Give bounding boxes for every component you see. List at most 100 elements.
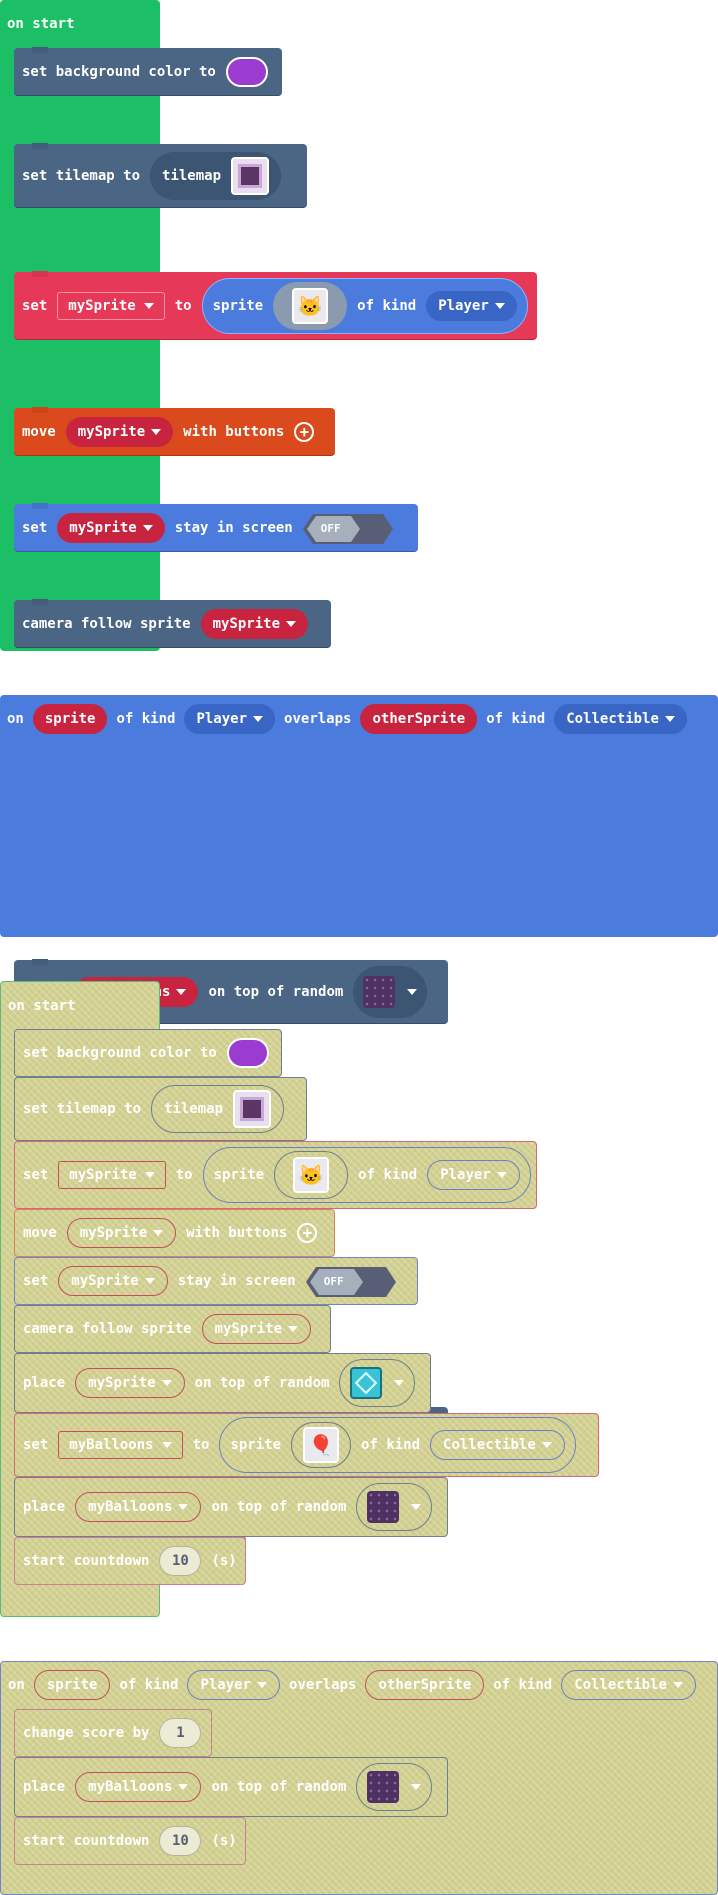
camera-follow-block[interactable]: camera follow sprite mySprite — [14, 600, 331, 648]
kind-dropdown-collectible[interactable]: Collectible — [554, 704, 687, 734]
tilemap-pill[interactable]: tilemap — [151, 1085, 285, 1133]
set-sprite-block-disabled[interactable]: set mySprite to sprite 🐱 of kind Player — [14, 1141, 537, 1209]
sprite-image-slot[interactable]: 🐱 — [274, 1151, 349, 1199]
seconds-unit-label: (s) — [211, 1553, 237, 1569]
chevron-down-icon — [161, 1442, 172, 1448]
set-tilemap-block[interactable]: set tilemap to tilemap — [14, 144, 307, 208]
sprite-of-kind-reporter[interactable]: sprite 🐱 of kind Player — [201, 278, 528, 334]
sprite-image-slot[interactable]: 🐱 — [273, 282, 348, 330]
water-tile-icon — [350, 1367, 383, 1399]
variable-dropdown-mysprite[interactable]: mySprite — [201, 1314, 312, 1344]
chevron-down-icon — [496, 1172, 507, 1178]
sprite-of-kind-reporter[interactable]: sprite 🎈 of kind Collectible — [219, 1417, 576, 1473]
kind-dropdown-player[interactable]: Player — [427, 1160, 520, 1190]
on-overlap-event-block[interactable]: on sprite of kind Player overlaps otherS… — [0, 695, 718, 937]
start-countdown-block-disabled[interactable]: start countdown 10 (s) — [14, 1537, 246, 1585]
chevron-down-icon — [394, 1380, 405, 1386]
sprite-parameter[interactable]: sprite — [32, 704, 108, 734]
toggle-label: OFF — [320, 521, 341, 535]
start-countdown-block-disabled[interactable]: start countdown 10 (s) — [14, 1817, 246, 1865]
camera-follow-label: camera follow sprite — [23, 1321, 192, 1337]
score-change-input[interactable]: 1 — [159, 1718, 202, 1748]
sprite-parameter[interactable]: sprite — [33, 1670, 111, 1700]
move-with-buttons-block-disabled[interactable]: move mySprite with buttons + — [14, 1209, 335, 1257]
on-top-of-random-label: on top of random — [194, 1375, 330, 1391]
chevron-down-icon — [672, 1682, 683, 1688]
stay-in-screen-block-disabled[interactable]: set mySprite stay in screen OFF — [14, 1257, 418, 1305]
kind-dropdown-player[interactable]: Player — [187, 1670, 281, 1700]
variable-dropdown-mysprite[interactable]: mySprite — [66, 1218, 177, 1248]
othersprite-parameter[interactable]: otherSprite — [360, 704, 478, 734]
variable-dropdown-mysprite[interactable]: mySprite — [200, 609, 309, 639]
kind-dropdown-collectible[interactable]: Collectible — [430, 1430, 565, 1460]
tile-dropdown[interactable] — [356, 1483, 433, 1531]
variable-dropdown-mysprite[interactable]: mySprite — [75, 1368, 185, 1398]
stay-in-screen-label: stay in screen — [174, 520, 293, 536]
variable-name: mySprite — [69, 520, 137, 536]
sprite-of-kind-reporter[interactable]: sprite 🐱 of kind Player — [202, 1147, 531, 1203]
variable-name: mySprite — [69, 1167, 137, 1183]
set-label: set — [22, 298, 48, 314]
set-tilemap-label: set tilemap to — [22, 168, 141, 184]
set-background-color-block[interactable]: set background color to — [14, 48, 282, 96]
expand-plus-icon[interactable]: + — [294, 422, 315, 442]
variable-dropdown-myballoons[interactable]: myBalloons — [75, 1492, 202, 1522]
set-background-color-block-disabled[interactable]: set background color to — [14, 1029, 282, 1077]
variable-dropdown-myballoons[interactable]: myBalloons — [75, 1772, 202, 1802]
variable-dropdown-mysprite[interactable]: mySprite — [57, 513, 165, 543]
cat-sprite-icon: 🐱 — [293, 1157, 330, 1193]
variable-dropdown-mysprite[interactable]: mySprite — [57, 292, 165, 320]
move-label: move — [23, 1225, 57, 1241]
expand-plus-icon[interactable]: + — [297, 1223, 318, 1243]
tilemap-thumbnail-icon[interactable] — [231, 157, 270, 195]
place-label: place — [23, 1375, 66, 1391]
tilemap-pill[interactable]: tilemap — [150, 152, 282, 200]
tile-dropdown[interactable] — [353, 966, 428, 1018]
sprite-word: sprite — [212, 298, 264, 314]
variable-name: mySprite — [79, 1225, 148, 1241]
set-balloons-block-disabled[interactable]: set myBalloons to sprite 🎈 of kind Colle… — [14, 1413, 599, 1477]
place-balloons-block-disabled[interactable]: place myBalloons on top of random — [14, 1757, 448, 1817]
to-label: to — [192, 1437, 210, 1453]
countdown-seconds-input[interactable]: 10 — [159, 1546, 202, 1576]
kind-name: Collectible — [443, 1437, 536, 1453]
variable-name: mySprite — [212, 616, 281, 632]
camera-follow-block-disabled[interactable]: camera follow sprite mySprite — [14, 1305, 331, 1353]
variable-dropdown-mysprite[interactable]: mySprite — [58, 1266, 168, 1296]
countdown-seconds-input[interactable]: 10 — [159, 1826, 202, 1856]
variable-name: mySprite — [68, 298, 136, 314]
kind-dropdown-player[interactable]: Player — [184, 704, 276, 734]
background-color-swatch[interactable] — [225, 57, 268, 87]
off-toggle[interactable]: OFF — [305, 1267, 396, 1297]
of-kind-label: of kind — [116, 711, 176, 727]
place-on-random-block-disabled[interactable]: place mySprite on top of random — [14, 1353, 431, 1413]
change-score-label: change score by — [23, 1725, 150, 1741]
variable-dropdown-myballoons[interactable]: myBalloons — [58, 1431, 183, 1459]
chevron-down-icon — [144, 1172, 155, 1178]
to-label: to — [174, 298, 192, 314]
of-kind-label: of kind — [493, 1677, 553, 1693]
sprite-image-slot[interactable]: 🎈 — [291, 1422, 352, 1468]
set-sprite-block[interactable]: set mySprite to sprite 🐱 of kind Player — [14, 272, 537, 340]
place-balloons-block-disabled[interactable]: place myBalloons on top of random — [14, 1477, 448, 1537]
variable-dropdown-mysprite[interactable]: mySprite — [58, 1161, 166, 1189]
move-with-buttons-block[interactable]: move mySprite with buttons + — [14, 408, 335, 456]
stay-in-screen-block[interactable]: set mySprite stay in screen OFF — [14, 504, 418, 552]
on-start-label: on start — [8, 998, 76, 1014]
kind-dropdown-collectible[interactable]: Collectible — [561, 1670, 696, 1700]
kind-dropdown-player[interactable]: Player — [426, 291, 517, 321]
othersprite-parameter[interactable]: otherSprite — [365, 1670, 485, 1700]
tilemap-thumbnail-icon[interactable] — [233, 1090, 272, 1128]
variable-dropdown-mysprite[interactable]: mySprite — [65, 417, 174, 447]
set-tilemap-block-disabled[interactable]: set tilemap to tilemap — [14, 1077, 307, 1141]
move-label: move — [22, 424, 56, 440]
parameter-name: sprite — [46, 1677, 98, 1693]
set-label: set — [23, 1273, 49, 1289]
chevron-down-icon — [161, 1380, 172, 1386]
off-toggle[interactable]: OFF — [302, 514, 393, 544]
tile-dropdown[interactable] — [339, 1359, 416, 1407]
change-score-block-disabled[interactable]: change score by 1 — [14, 1709, 212, 1757]
background-color-swatch[interactable] — [226, 1038, 269, 1068]
tile-dropdown[interactable] — [356, 1763, 433, 1811]
purple-tile-icon — [363, 976, 396, 1008]
